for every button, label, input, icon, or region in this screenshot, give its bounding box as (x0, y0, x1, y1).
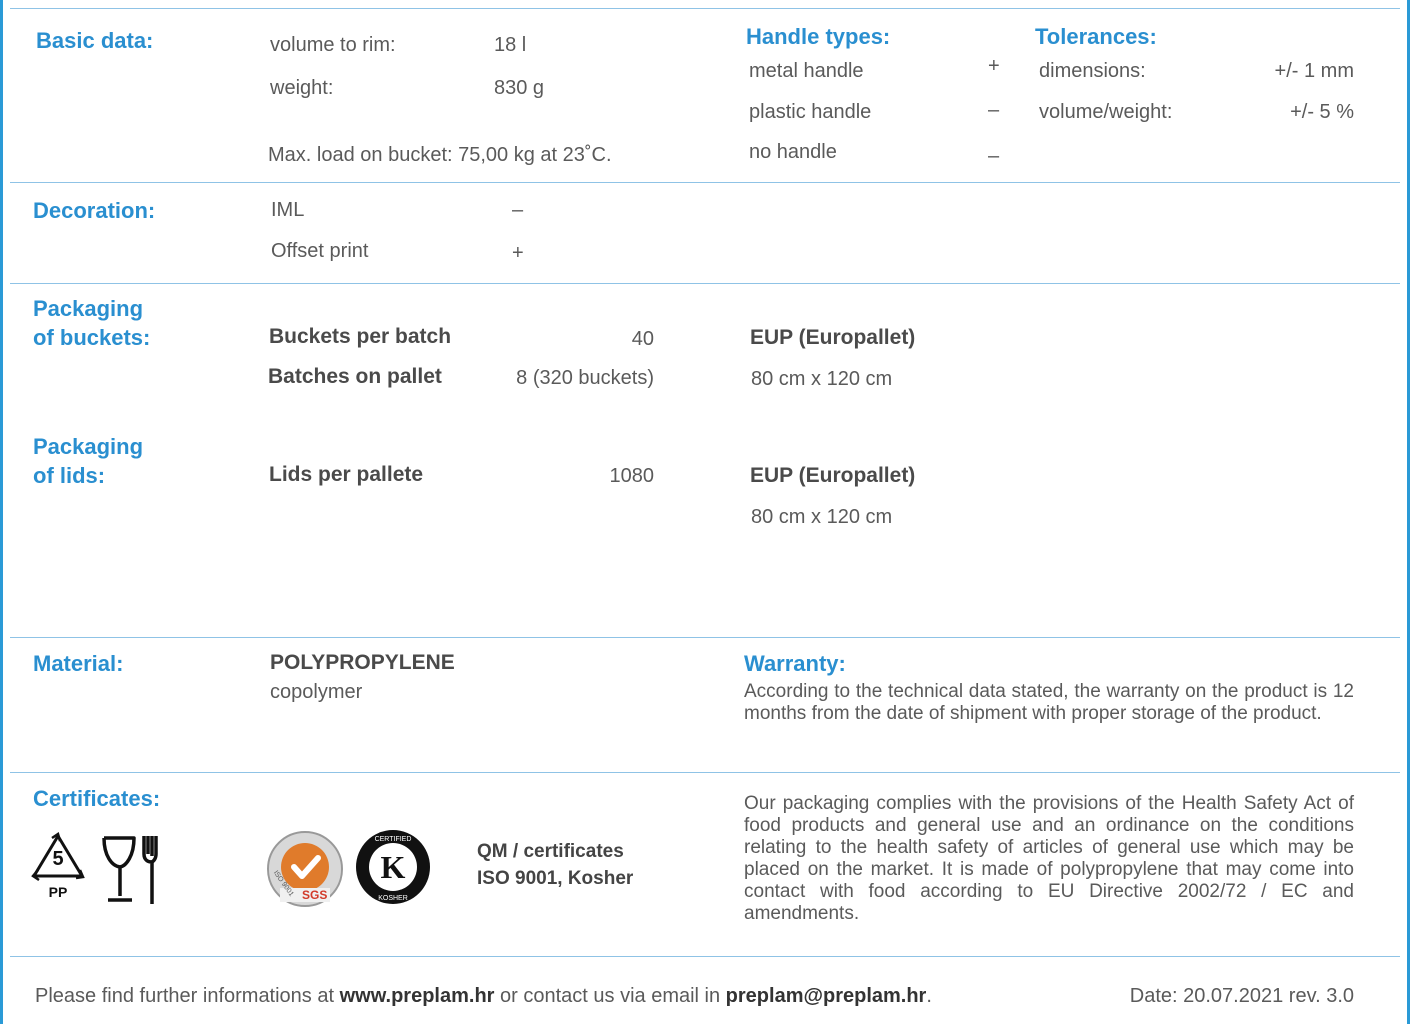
qm-label: QM / certificates (477, 841, 624, 862)
svg-text:CERTIFIED: CERTIFIED (375, 836, 412, 843)
handle-item-mark: – (988, 145, 1000, 167)
tolerance-label: dimensions: (1039, 60, 1146, 82)
max-load-text: Max. load on bucket: 75,00 kg at 23˚C. (268, 144, 612, 166)
material-subtype: copolymer (270, 681, 363, 703)
divider (10, 283, 1400, 284)
weight-label: weight: (270, 77, 334, 99)
lids-per-pallet-label: Lids per pallete (269, 463, 424, 486)
divider (10, 956, 1400, 957)
recycle-pp-icon: 5 PP (30, 832, 86, 904)
recycle-material: PP (48, 884, 68, 900)
tolerance-value: +/- 1 mm (1274, 60, 1354, 82)
batches-on-pallet-label: Batches on pallet (268, 365, 442, 388)
sgs-label: SGS (302, 888, 328, 902)
packaging-lids-heading: of lids: (33, 463, 106, 488)
left-border (0, 0, 3, 1024)
divider (10, 182, 1400, 183)
svg-text:KOSHER: KOSHER (378, 895, 408, 902)
warranty-heading: Warranty: (744, 651, 846, 676)
material-heading: Material: (33, 651, 124, 676)
handle-item-label: no handle (749, 141, 837, 163)
kosher-badge-icon: K CERTIFIED KOSHER (354, 828, 432, 906)
volume-label: volume to rim: (270, 34, 396, 56)
footer-text: . (926, 985, 932, 1007)
footer-text: Please find further informations at (35, 985, 340, 1007)
material-name: POLYPROPYLENE (270, 651, 455, 674)
footer-date: Date: 20.07.2021 rev. 3.0 (1129, 985, 1354, 1007)
pallet-size: 80 cm x 120 cm (751, 506, 893, 528)
tolerances-heading: Tolerances: (1035, 24, 1157, 49)
basic-data-heading: Basic data: (36, 28, 154, 53)
volume-value: 18 l (494, 34, 527, 56)
certificates-heading: Certificates: (33, 786, 161, 811)
pallet-type-label: EUP (Europallet) (750, 464, 916, 487)
batches-on-pallet-value: 8 (320 buckets) (516, 367, 654, 389)
tolerance-value: +/- 5 % (1290, 101, 1354, 123)
decoration-item-mark: + (512, 242, 524, 264)
recycle-code: 5 (52, 848, 64, 870)
lids-per-pallet-value: 1080 (609, 465, 655, 487)
qm-certs: ISO 9001, Kosher (477, 868, 634, 889)
pallet-size: 80 cm x 120 cm (751, 368, 893, 390)
decoration-item-label: IML (271, 199, 305, 221)
handle-types-heading: Handle types: (746, 24, 891, 49)
website-link[interactable]: www.preplam.hr (340, 985, 495, 1007)
footer-text: or contact us via email in (494, 985, 726, 1007)
sgs-iso-badge-icon: SGS ISO 9001 (266, 830, 344, 908)
packaging-buckets-heading: Packaging (33, 296, 144, 321)
decoration-heading: Decoration: (33, 198, 156, 223)
handle-item-label: plastic handle (749, 101, 872, 123)
decoration-item-mark: – (512, 199, 524, 221)
svg-text:K: K (381, 849, 406, 885)
warranty-text: According to the technical data stated, … (744, 681, 1354, 724)
packaging-buckets-heading: of buckets: (33, 325, 151, 350)
packaging-lids-heading: Packaging (33, 434, 144, 459)
email-link[interactable]: preplam@preplam.hr (726, 985, 927, 1007)
buckets-per-batch-label: Buckets per batch (269, 325, 452, 348)
divider (10, 772, 1400, 773)
handle-item-label: metal handle (749, 60, 864, 82)
tolerance-label: volume/weight: (1039, 101, 1173, 123)
divider (10, 8, 1400, 9)
decoration-item-label: Offset print (271, 240, 369, 262)
handle-item-mark: + (988, 55, 1000, 77)
pallet-type-label: EUP (Europallet) (750, 326, 916, 349)
handle-item-mark: – (988, 99, 1000, 121)
food-safe-icon (100, 834, 162, 906)
compliance-text: Our packaging complies with the provisio… (744, 793, 1354, 924)
buckets-per-batch-value: 40 (631, 328, 654, 350)
weight-value: 830 g (494, 77, 545, 99)
divider (10, 637, 1400, 638)
footer-contact: Please find further informations at www.… (35, 984, 932, 1008)
